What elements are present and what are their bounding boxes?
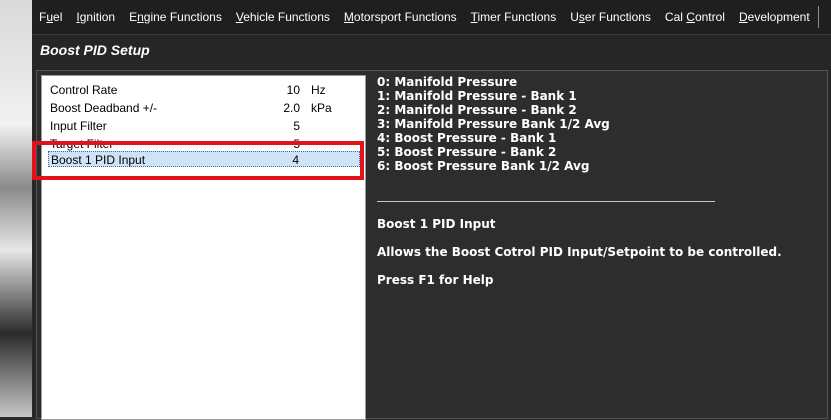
help-divider: [377, 201, 715, 202]
option-line: 2: Manifold Pressure - Bank 2: [377, 103, 577, 117]
param-value: 10: [286, 83, 300, 97]
param-unit: Hz: [311, 83, 326, 97]
option-line: 3: Manifold Pressure Bank 1/2 Avg: [377, 117, 610, 131]
param-value: 5: [293, 119, 300, 133]
menu-fuel[interactable]: Fuel: [32, 10, 69, 24]
page-title: Boost PID Setup: [40, 42, 150, 58]
background-photo: [0, 0, 32, 417]
menu-ignition[interactable]: Ignition: [69, 10, 122, 24]
menu-bar: Fuel Ignition Engine Functions Vehicle F…: [32, 0, 831, 35]
option-line: 5: Boost Pressure - Bank 2: [377, 145, 557, 159]
menu-motorsport-functions[interactable]: Motorsport Functions: [337, 10, 464, 24]
menu-separator: [818, 6, 819, 28]
menu-vehicle-functions[interactable]: Vehicle Functions: [229, 10, 337, 24]
menu-engine-functions[interactable]: Engine Functions: [122, 10, 229, 24]
param-row-boost-deadband[interactable]: Boost Deadband +/- 2.0 kPa: [48, 100, 360, 116]
help-description: Allows the Boost Cotrol PID Input/Setpoi…: [377, 245, 782, 259]
param-label: Input Filter: [50, 119, 107, 133]
menu-timer-functions[interactable]: Timer Functions: [464, 10, 564, 24]
help-panel: 0: Manifold Pressure 1: Manifold Pressur…: [377, 75, 817, 405]
option-line: 6: Boost Pressure Bank 1/2 Avg: [377, 159, 590, 173]
help-title: Boost 1 PID Input: [377, 217, 496, 231]
help-hint: Press F1 for Help: [377, 273, 494, 287]
option-line: 0: Manifold Pressure: [377, 75, 518, 89]
content-area: Control Rate 10 Hz Boost Deadband +/- 2.…: [32, 70, 828, 420]
app-window: Fuel Ignition Engine Functions Vehicle F…: [32, 0, 831, 420]
param-row-control-rate[interactable]: Control Rate 10 Hz: [48, 82, 360, 98]
param-unit: kPa: [311, 101, 332, 115]
option-line: 1: Manifold Pressure - Bank 1: [377, 89, 577, 103]
option-line: 4: Boost Pressure - Bank 1: [377, 131, 557, 145]
menu-cal-control[interactable]: Cal Control: [658, 10, 732, 24]
param-label: Boost Deadband +/-: [50, 101, 158, 115]
parameter-list: Control Rate 10 Hz Boost Deadband +/- 2.…: [32, 75, 366, 420]
param-label: Control Rate: [50, 83, 118, 97]
window-title-bar: Boost PID Setup: [32, 35, 831, 65]
menu-development[interactable]: Development: [732, 10, 817, 24]
menu-user-functions[interactable]: User Functions: [563, 10, 658, 24]
param-value: 2.0: [283, 101, 300, 115]
param-row-input-filter[interactable]: Input Filter 5: [48, 118, 360, 134]
highlight-annotation-box: [32, 141, 364, 180]
